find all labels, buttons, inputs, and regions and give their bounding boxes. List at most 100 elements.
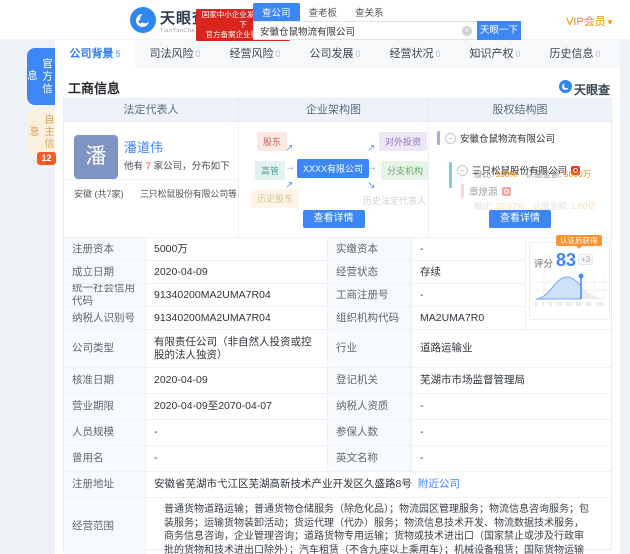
info-label: 纳税人识别号 [64,307,146,330]
equity-detail-button[interactable]: 查看详情 [489,210,551,228]
certification-badge: 认证后获得 [556,235,602,246]
info-row: 注册资本 5000万 实缴资本 - [64,238,526,261]
info-rows-a: 注册资本 5000万 实缴资本 - 成立日期 2020-04-09 经营状态 存… [64,238,526,330]
legal-rep-panel: 潘 潘道伟 他有 7 家公司，分布如下 安徽 (共7家) 三只松鼠股份有限公司等 [64,121,239,238]
info-value: 2020-04-09 [146,261,328,284]
info-value: - [412,420,611,446]
panel-header-legal-rep: 法定代表人 [64,99,239,122]
info-label: 注册地址 [64,472,146,498]
org-node-history-shareholder[interactable]: 历史股东 [251,189,299,208]
panel-header-row: 法定代表人 企业架构图 股权结构图 [64,99,611,121]
search-input[interactable] [253,21,477,40]
tianyancha-watermark: 天眼查 [559,80,610,98]
search-tab-company[interactable]: 查公司 [253,3,300,21]
info-label: 注册资本 [64,238,146,261]
org-node-company-center[interactable]: XXXX有限公司 [297,159,369,178]
org-node-investment[interactable]: 对外投资 [379,132,427,151]
tab-history-info[interactable]: 历史信息0 [535,40,615,68]
score-marker-icon [579,274,584,279]
info-value: - [412,446,611,472]
info-label: 参保人数 [328,420,412,446]
tab-company-background[interactable]: 公司背景5 [55,40,135,68]
org-node-branch[interactable]: 分支机构 [381,161,429,180]
info-value: 2020-04-09 [146,368,328,394]
info-value: - [146,446,328,472]
info-value: 存续 [412,261,526,284]
arrow-icon [285,162,295,173]
avatar: 潘 [74,135,118,179]
info-label: 实缴资本 [328,238,412,261]
business-info-card: 工商信息 天眼查 法定代表人 企业架构图 股权结构图 潘 潘道伟 他有 7 家公… [55,68,620,554]
info-value: 道路运输业 [412,330,611,368]
chevron-down-icon [606,16,613,28]
info-label: 营业期限 [64,394,146,420]
info-value: - [412,284,526,307]
info-row: 统一社会信用代码 91340200MA2UMA7R04 工商注册号 - [64,284,526,307]
arrow-icon [367,162,377,173]
score-delta: +3 [578,254,593,265]
score-distribution-chart [534,272,610,301]
info-value: - [412,394,611,420]
clear-search-icon[interactable] [462,26,472,36]
tab-company-development[interactable]: 公司发展0 [295,40,375,68]
collapse-node-icon[interactable] [457,165,468,176]
registered-address: 安徽省芜湖市弋江区芜湖高新技术产业开发区久盛路8号 附近公司 [146,472,611,498]
info-label: 纳税人资质 [328,394,412,420]
company-nav-tabs: 公司背景5 司法风险0 经营风险0 公司发展0 经营状况0 知识产权0 历史信息… [55,40,620,68]
score-value: 83 [556,251,576,269]
info-label: 经营范围 [64,498,146,554]
side-tab-self-info[interactable]: 自主信息 [27,109,55,155]
info-label: 英文名称 [328,446,412,472]
arrow-icon [285,143,293,154]
score-axis-ticks: 01515406590100 [534,302,605,308]
org-node-executive[interactable]: 高管 [255,161,285,180]
vip-member-menu[interactable]: VIP会员 [566,13,612,29]
info-label: 组织机构代码 [328,307,412,330]
org-chart-detail-button[interactable]: 查看详情 [303,210,365,228]
tree-guide-bar [437,131,440,145]
side-tab-official-info[interactable]: 官方信息 [27,48,55,105]
arrow-icon [367,143,375,154]
search-area: 查公司 查老板 查关系 天眼一下 [253,3,521,40]
info-label: 行业 [328,330,412,368]
info-label: 核准日期 [64,368,146,394]
info-rows-b: 公司类型 有限责任公司（非自然人投资或控股的法人独资） 行业 道路运输业 核准日… [64,330,611,554]
business-info-table: 法定代表人 企业架构图 股权结构图 潘 潘道伟 他有 7 家公司，分布如下 安徽… [63,98,612,550]
panel-header-org-chart: 企业架构图 [239,99,429,122]
business-scope-value: 普通货物道路运输；普通货物仓储服务（除危化品）；物流园区管理服务；物流信息咨询服… [146,498,611,554]
info-label: 工商注册号 [328,284,412,307]
info-value: 有限责任公司（非自然人投资或控股的法人独资） [146,330,328,368]
self-info-count-badge: 12 [37,152,56,165]
tab-intellectual-property[interactable]: 知识产权0 [455,40,535,68]
legal-rep-description: 他有 7 家公司，分布如下 [124,158,230,172]
info-row: 人员规模 - 参保人数 - [64,420,611,446]
info-label: 经营状态 [328,261,412,284]
arrow-icon [285,180,293,191]
tree-guide-bar [449,162,452,188]
tab-operation-status[interactable]: 经营状况0 [375,40,455,68]
org-node-history-legal-rep: 历史法定代表人 [363,191,426,210]
business-scope-row: 经营范围 普通货物道路运输；普通货物仓储服务（除危化品）；物流园区管理服务；物流… [64,498,611,554]
info-label: 曾用名 [64,446,146,472]
search-tab-relation[interactable]: 查关系 [346,3,393,21]
info-value: 5000万 [146,238,328,261]
info-value: 2020-04-09至2070-04-07 [146,394,328,420]
score-widget: 认证后获得 评分 83 +3 [526,238,613,330]
equity-shareholder2-name[interactable]: 章燎源 [469,184,498,198]
tab-judicial-risk[interactable]: 司法风险0 [135,40,215,68]
info-value: 91340200MA2UMA7R04 [146,284,328,307]
search-button[interactable]: 天眼一下 [477,21,521,40]
info-row: 曾用名 - 英文名称 - [64,446,611,472]
org-node-shareholder[interactable]: 股东 [257,132,287,151]
legal-rep-name-link[interactable]: 潘道伟 [124,137,163,156]
tab-operation-risk[interactable]: 经营风险0 [215,40,295,68]
address-row: 注册地址 安徽省芜湖市弋江区芜湖高新技术产业开发区久盛路8号 附近公司 [64,472,611,498]
legal-rep-companies: 三只松鼠股份有限公司等 [140,187,237,200]
collapse-node-icon[interactable] [445,133,456,144]
equity-root-company[interactable]: 安徽仓鼠物流有限公司 [460,131,555,145]
info-row: 核准日期 2020-04-09 登记机关 芜湖市市场监督管理局 [64,368,611,394]
info-value: 91340200MA2UMA7R04 [146,307,328,330]
nearby-companies-link[interactable]: 附近公司 [418,478,460,491]
search-tab-boss[interactable]: 查老板 [300,3,347,21]
info-row: 成立日期 2020-04-09 经营状态 存续 [64,261,526,284]
